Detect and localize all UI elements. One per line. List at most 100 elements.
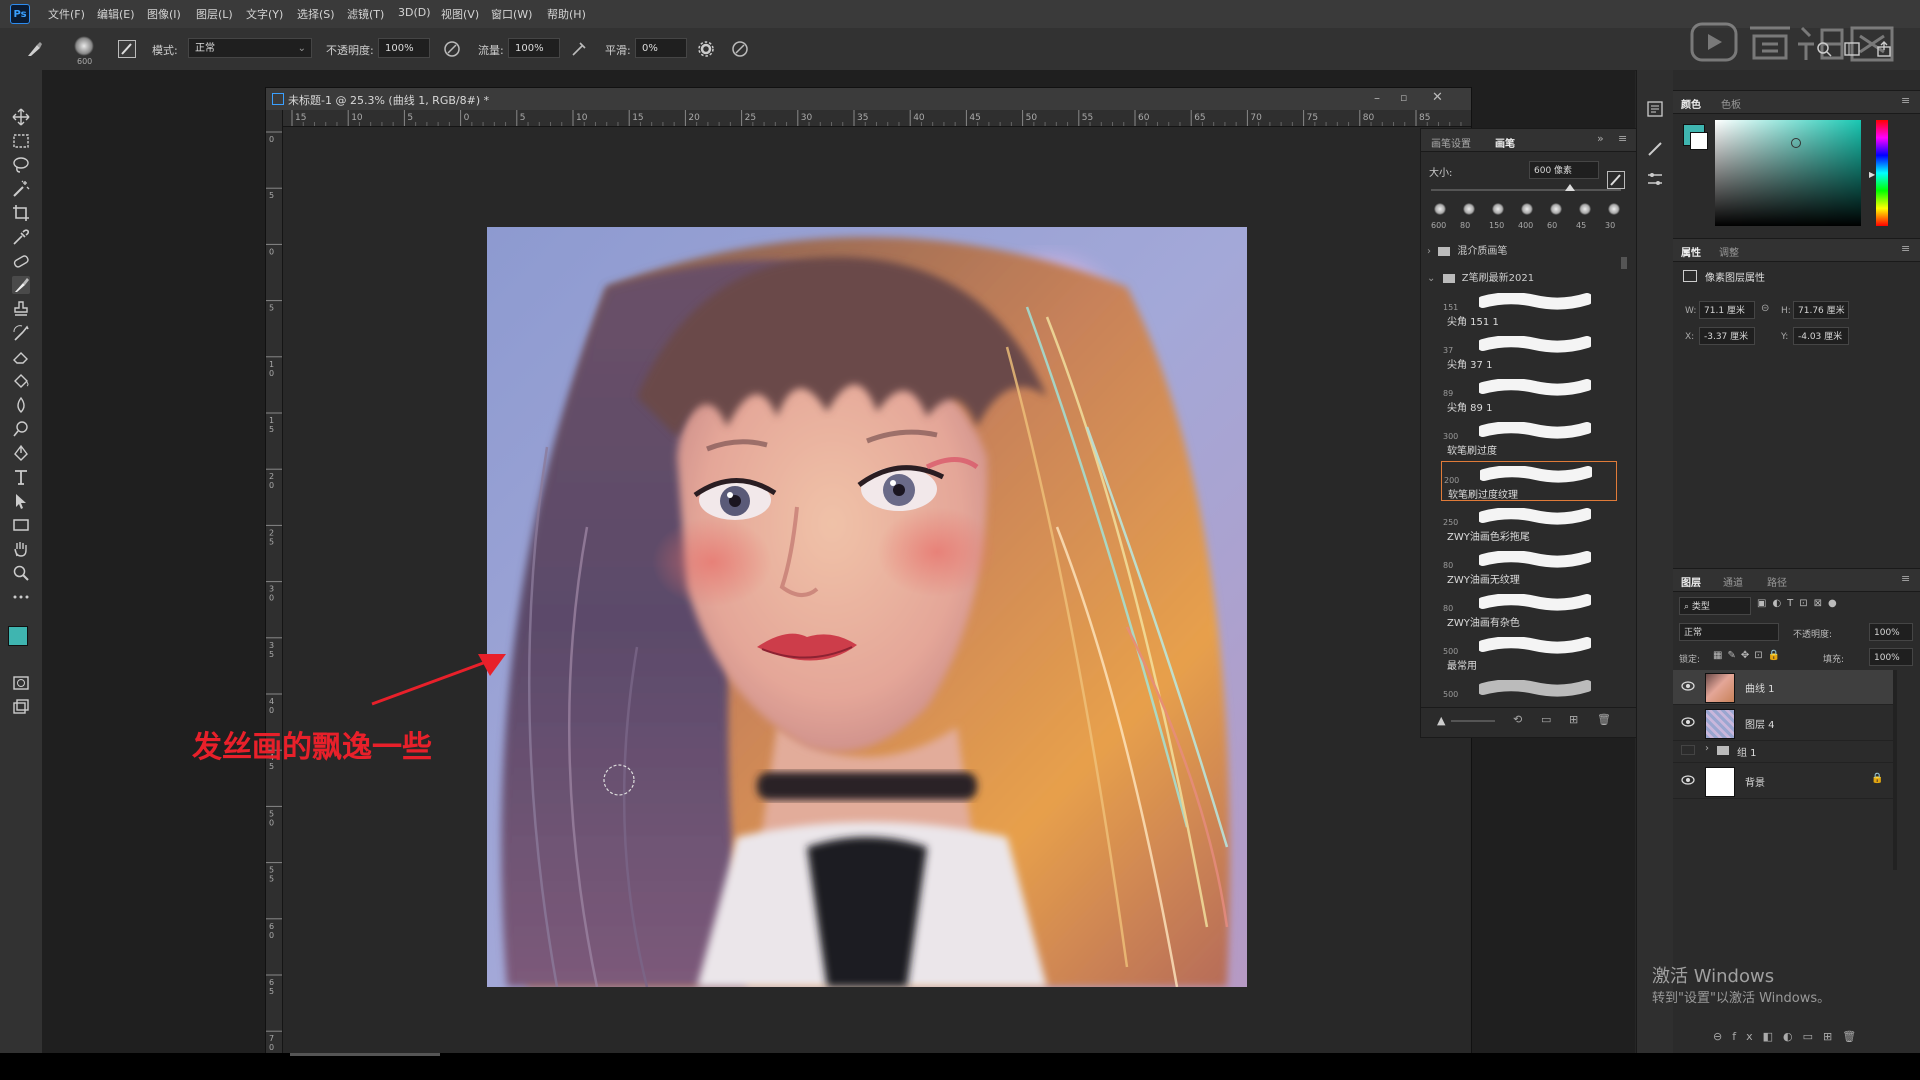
size-field[interactable]: 600 像素	[1529, 161, 1599, 179]
magic-wand-tool-icon[interactable]	[12, 180, 30, 198]
fill-field[interactable]: 100%	[1869, 648, 1913, 666]
width-field[interactable]: 71.1 厘米	[1699, 301, 1755, 319]
menu-image[interactable]: 图像(I)	[147, 6, 181, 22]
menu-window[interactable]: 窗口(W)	[491, 6, 532, 22]
brush-list-item[interactable]: 80 ZWY油画无纹理	[1441, 547, 1617, 587]
brush-list-item[interactable]: 500 最常用	[1441, 633, 1617, 673]
brush-edit-icon[interactable]	[1607, 171, 1625, 189]
healing-brush-tool-icon[interactable]	[12, 252, 30, 270]
layer-filter-select[interactable]: ⌕ 类型	[1679, 597, 1751, 615]
tab-channels[interactable]: 通道	[1723, 574, 1743, 589]
foreground-color-swatch[interactable]	[8, 626, 28, 646]
tab-swatches[interactable]: 色板	[1721, 96, 1741, 111]
brush-preset[interactable]: 400	[1514, 201, 1540, 233]
document-tab[interactable]: 未标题-1 @ 25.3% (曲线 1, RGB/8#) * – ▫ ✕	[266, 88, 1471, 110]
menu-type[interactable]: 文字(Y)	[246, 6, 283, 22]
minimize-icon[interactable]: –	[1374, 91, 1380, 105]
brush-list-item[interactable]: 37 尖角 37 1	[1441, 332, 1617, 372]
tab-properties[interactable]: 属性	[1681, 244, 1701, 259]
size-slider-track[interactable]	[1431, 189, 1621, 191]
blur-tool-icon[interactable]	[12, 396, 30, 414]
tab-color[interactable]: 颜色	[1681, 96, 1701, 111]
brush-preset[interactable]: 60	[1543, 201, 1569, 233]
brush-panel-icon[interactable]	[1646, 140, 1664, 158]
layer-row[interactable]: 曲线 1	[1673, 670, 1893, 705]
flow-field[interactable]: 100%	[508, 38, 560, 58]
menu-file[interactable]: 文件(F)	[48, 6, 85, 22]
crop-tool-icon[interactable]	[12, 204, 30, 222]
history-panel-icon[interactable]	[1646, 100, 1664, 118]
pressure-opacity-icon[interactable]	[443, 40, 461, 58]
smoothing-field[interactable]: 0%	[635, 38, 687, 58]
move-tool-icon[interactable]	[12, 108, 30, 126]
tab-layers[interactable]: 图层	[1681, 574, 1701, 589]
brush-list-item[interactable]: 80 ZWY油画有杂色	[1441, 590, 1617, 630]
brush-tool-icon[interactable]	[12, 276, 30, 294]
x-field[interactable]: -3.37 厘米	[1699, 327, 1755, 345]
brush-preset[interactable]: 150	[1485, 201, 1511, 233]
lock-icon[interactable]: 🔒	[1871, 773, 1883, 784]
brush-list-item[interactable]: 500	[1441, 676, 1617, 716]
panel-menu-icon[interactable]: ≡	[1901, 572, 1910, 585]
y-field[interactable]: -4.03 厘米	[1793, 327, 1849, 345]
brush-list-item[interactable]: 89 尖角 89 1	[1441, 375, 1617, 415]
tab-adjustments[interactable]: 调整	[1719, 244, 1739, 259]
paint-bucket-tool-icon[interactable]	[12, 372, 30, 390]
pressure-size-icon[interactable]	[731, 40, 749, 58]
brush-group-2[interactable]: ⌄ Z笔刷最新2021	[1427, 269, 1534, 284]
lock-options[interactable]: ▦✎✥⊡🔒	[1713, 650, 1813, 664]
panel-menu-icon[interactable]: ≡	[1901, 94, 1910, 107]
brush-preset[interactable]: 80	[1456, 201, 1482, 233]
preview-size-slider[interactable]	[1451, 720, 1495, 722]
tab-brushes[interactable]: 画笔	[1495, 135, 1515, 150]
layer-row[interactable]: › 组 1	[1673, 740, 1893, 763]
mode-select[interactable]: 正常 ⌄	[188, 38, 312, 58]
brush-list-scrollbar[interactable]	[1621, 257, 1627, 269]
menu-edit[interactable]: 编辑(E)	[97, 6, 135, 22]
rectangle-tool-icon[interactable]	[12, 516, 30, 534]
clone-stamp-tool-icon[interactable]	[12, 300, 30, 318]
blend-mode-select[interactable]: 正常	[1679, 623, 1779, 641]
marquee-tool-icon[interactable]	[12, 132, 30, 150]
menu-select[interactable]: 选择(S)	[297, 6, 335, 22]
color-picker-cursor[interactable]	[1791, 138, 1801, 148]
panel-menu-icon[interactable]: ≡	[1618, 132, 1627, 145]
layer-filter-icons[interactable]: ▣◐T⊡⊠●	[1757, 598, 1915, 614]
color-bg-swatch[interactable]	[1690, 132, 1708, 150]
pen-tool-icon[interactable]	[12, 444, 30, 462]
close-icon[interactable]: ✕	[1432, 90, 1443, 105]
smoothing-settings-gear-icon[interactable]	[697, 40, 715, 58]
height-field[interactable]: 71.76 厘米	[1793, 301, 1849, 319]
brush-preset[interactable]: 30	[1601, 201, 1627, 233]
visibility-eye-icon[interactable]	[1681, 745, 1695, 755]
visibility-eye-icon[interactable]	[1681, 717, 1695, 727]
brush-group-1[interactable]: › 混介质画笔	[1427, 242, 1507, 257]
adjust-panel-icon[interactable]	[1646, 170, 1664, 188]
layer-list-scrollbar[interactable]	[1893, 670, 1897, 870]
visibility-eye-icon[interactable]	[1681, 681, 1695, 691]
hand-tool-icon[interactable]	[12, 540, 30, 558]
painting-canvas[interactable]	[487, 227, 1247, 987]
eyedropper-tool-icon[interactable]	[12, 228, 30, 246]
hue-slider[interactable]	[1876, 120, 1888, 226]
type-tool-icon[interactable]	[12, 468, 30, 486]
layer-row[interactable]: 背景 🔒	[1673, 764, 1893, 799]
document-scrollbar[interactable]	[290, 1053, 440, 1056]
size-slider-handle[interactable]	[1565, 184, 1575, 191]
dodge-tool-icon[interactable]	[12, 420, 30, 438]
tab-brush-settings[interactable]: 画笔设置	[1431, 135, 1471, 150]
screen-mode-icon[interactable]	[12, 698, 30, 716]
brush-list-item[interactable]: 300 软笔刷过度	[1441, 418, 1617, 458]
brush-tool-icon[interactable]	[25, 40, 45, 58]
eraser-tool-icon[interactable]	[12, 348, 30, 366]
menu-filter[interactable]: 滤镜(T)	[347, 6, 384, 22]
panel-menu-icon[interactable]: ≡	[1901, 242, 1910, 255]
maximize-icon[interactable]: ▫	[1400, 91, 1407, 104]
collapse-panel-icon[interactable]: »	[1597, 132, 1604, 145]
brush-preset[interactable]: 600	[1427, 201, 1453, 233]
quick-mask-icon[interactable]	[12, 674, 30, 692]
layer-row[interactable]: 图层 4	[1673, 706, 1893, 741]
more-tools-icon[interactable]	[12, 588, 30, 606]
brush-list-item[interactable]: 250 ZWY油画色彩拖尾	[1441, 504, 1617, 544]
opacity-field[interactable]: 100%	[378, 38, 430, 58]
